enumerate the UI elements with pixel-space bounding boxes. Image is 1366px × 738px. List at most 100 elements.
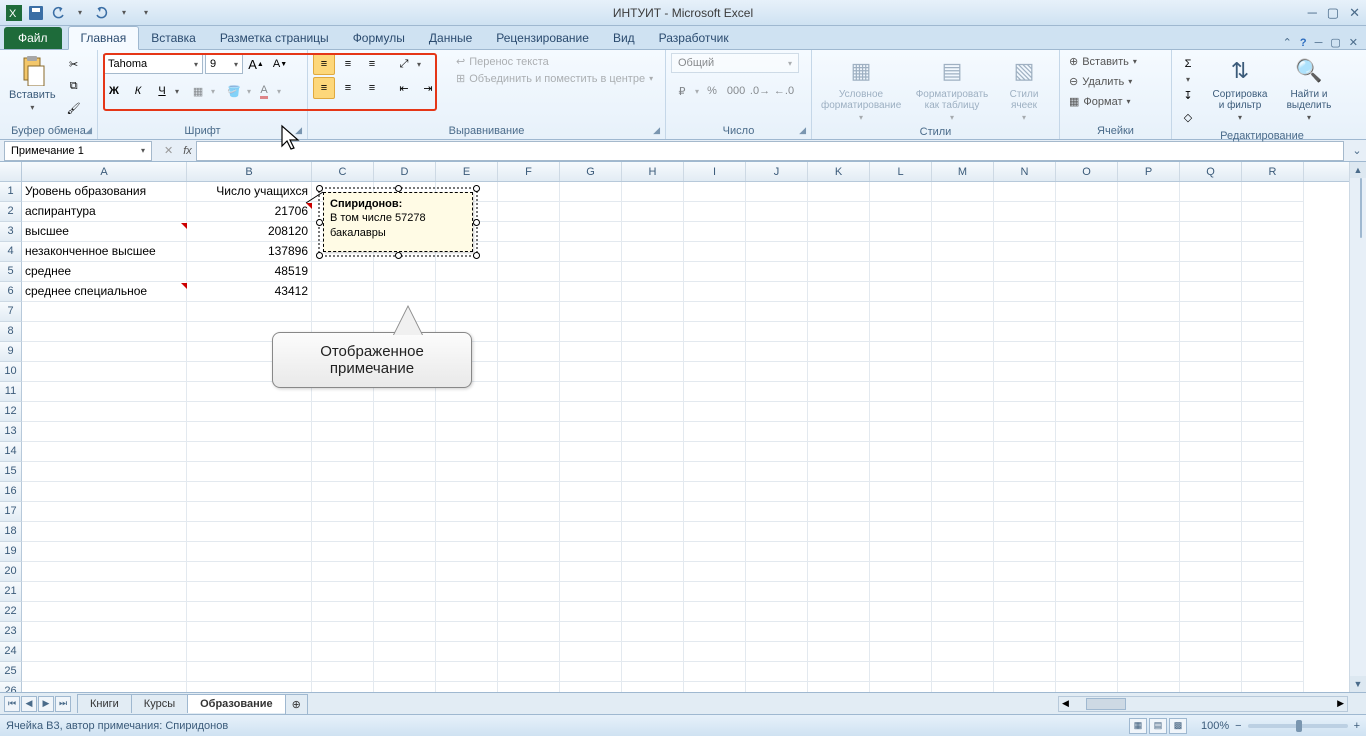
cell-Q5[interactable] [1180,262,1242,282]
cell-H18[interactable] [622,522,684,542]
cell-J9[interactable] [746,342,808,362]
cell-N2[interactable] [994,202,1056,222]
row-header-10[interactable]: 10 [0,362,22,382]
page-layout-view-icon[interactable]: ▤ [1149,718,1167,734]
cell-Q6[interactable] [1180,282,1242,302]
cell-J25[interactable] [746,662,808,682]
cell-E7[interactable] [436,302,498,322]
cell-M20[interactable] [932,562,994,582]
decrease-decimal-icon[interactable]: ←.0 [773,80,795,102]
cell-I21[interactable] [684,582,746,602]
cell-H22[interactable] [622,602,684,622]
col-header-K[interactable]: K [808,162,870,181]
fx-icon[interactable]: fx [183,145,192,157]
restore-button[interactable]: ▢ [1327,5,1339,21]
cell-P2[interactable] [1118,202,1180,222]
cell-A19[interactable] [22,542,187,562]
cell-C19[interactable] [312,542,374,562]
cell-J17[interactable] [746,502,808,522]
cell-G5[interactable] [560,262,622,282]
cell-J3[interactable] [746,222,808,242]
cell-C15[interactable] [312,462,374,482]
cell-H6[interactable] [622,282,684,302]
font-name-select[interactable]: Tahoma▾ [103,54,203,74]
grid-body[interactable]: 1Уровень образованияЧисло учащихся2аспир… [0,182,1366,692]
cell-L5[interactable] [870,262,932,282]
cell-M22[interactable] [932,602,994,622]
cell-Q19[interactable] [1180,542,1242,562]
cell-O4[interactable] [1056,242,1118,262]
cell-I19[interactable] [684,542,746,562]
cell-F15[interactable] [498,462,560,482]
cell-L7[interactable] [870,302,932,322]
cell-F23[interactable] [498,622,560,642]
cell-P4[interactable] [1118,242,1180,262]
tab-pagelayout[interactable]: Разметка страницы [208,27,341,49]
cell-H20[interactable] [622,562,684,582]
cell-N11[interactable] [994,382,1056,402]
cell-R22[interactable] [1242,602,1304,622]
tab-data[interactable]: Данные [417,27,484,49]
cell-P24[interactable] [1118,642,1180,662]
cell-D18[interactable] [374,522,436,542]
cell-R16[interactable] [1242,482,1304,502]
cell-E18[interactable] [436,522,498,542]
cell-H16[interactable] [622,482,684,502]
cell-N26[interactable] [994,682,1056,692]
cell-I26[interactable] [684,682,746,692]
align-right-icon[interactable]: ≡ [361,77,383,99]
number-format-select[interactable]: Общий▾ [671,53,799,73]
cell-J12[interactable] [746,402,808,422]
cell-I16[interactable] [684,482,746,502]
row-header-2[interactable]: 2 [0,202,22,222]
cell-R21[interactable] [1242,582,1304,602]
col-header-G[interactable]: G [560,162,622,181]
row-header-23[interactable]: 23 [0,622,22,642]
cell-K5[interactable] [808,262,870,282]
font-size-select[interactable]: 9▾ [205,54,243,74]
cell-G2[interactable] [560,202,622,222]
cell-E13[interactable] [436,422,498,442]
percent-icon[interactable]: % [701,80,723,102]
format-cells-button[interactable]: ▦Формат▾ [1065,93,1135,110]
cell-O6[interactable] [1056,282,1118,302]
cell-Q3[interactable] [1180,222,1242,242]
cell-H8[interactable] [622,322,684,342]
cell-O11[interactable] [1056,382,1118,402]
cell-A3[interactable]: высшее [22,222,187,242]
cell-J6[interactable] [746,282,808,302]
cell-R10[interactable] [1242,362,1304,382]
cell-A23[interactable] [22,622,187,642]
cell-P20[interactable] [1118,562,1180,582]
cell-K19[interactable] [808,542,870,562]
col-header-J[interactable]: J [746,162,808,181]
cell-K8[interactable] [808,322,870,342]
cell-O25[interactable] [1056,662,1118,682]
col-header-O[interactable]: O [1056,162,1118,181]
cell-D25[interactable] [374,662,436,682]
cell-F3[interactable] [498,222,560,242]
cell-R18[interactable] [1242,522,1304,542]
cell-L23[interactable] [870,622,932,642]
cell-N6[interactable] [994,282,1056,302]
cell-F17[interactable] [498,502,560,522]
cell-A9[interactable] [22,342,187,362]
cell-N16[interactable] [994,482,1056,502]
cell-R4[interactable] [1242,242,1304,262]
cell-I17[interactable] [684,502,746,522]
cell-I15[interactable] [684,462,746,482]
cell-K16[interactable] [808,482,870,502]
cell-P6[interactable] [1118,282,1180,302]
cell-B4[interactable]: 137896 [187,242,312,262]
cell-C23[interactable] [312,622,374,642]
cell-Q16[interactable] [1180,482,1242,502]
cell-L19[interactable] [870,542,932,562]
cell-Q8[interactable] [1180,322,1242,342]
cell-C13[interactable] [312,422,374,442]
cell-F25[interactable] [498,662,560,682]
cell-D12[interactable] [374,402,436,422]
cell-F8[interactable] [498,322,560,342]
cell-Q11[interactable] [1180,382,1242,402]
cell-E22[interactable] [436,602,498,622]
cell-B21[interactable] [187,582,312,602]
